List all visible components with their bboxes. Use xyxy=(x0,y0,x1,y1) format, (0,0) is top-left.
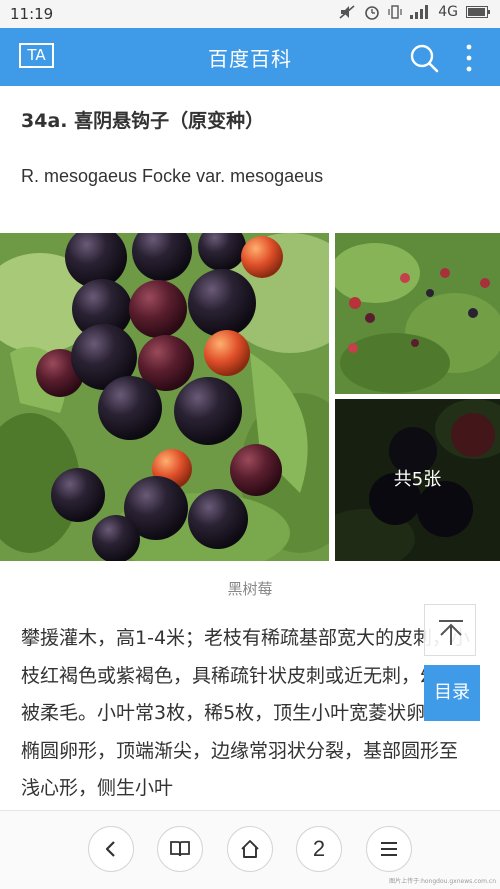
home-icon xyxy=(241,840,259,858)
watermark: 图片上传于:hongdou.gxnews.com.cn xyxy=(389,878,496,885)
bush-photo xyxy=(335,233,500,394)
search-icon[interactable] xyxy=(408,42,440,74)
gallery-count: 共5张 xyxy=(393,469,442,490)
tabs-button[interactable]: 2 xyxy=(296,826,342,872)
network-label: 4G xyxy=(438,4,458,20)
back-to-top-icon xyxy=(439,620,463,645)
back-icon xyxy=(105,841,115,857)
article-heading: 34a. 喜阴悬钩子（原变种） xyxy=(21,110,265,132)
tab-count: 2 xyxy=(312,836,326,861)
blackberry-photo xyxy=(0,233,329,561)
gallery-main-image[interactable] xyxy=(0,233,329,561)
battery-icon xyxy=(466,6,490,18)
bookmarks-button[interactable] xyxy=(157,826,203,872)
vibrate-icon xyxy=(388,5,402,19)
signal-icon xyxy=(410,5,429,19)
home-button[interactable] xyxy=(227,826,273,872)
menu-icon xyxy=(381,842,397,856)
gallery-thumbnail-1[interactable] xyxy=(335,233,500,394)
article-body: 攀援灌木，高1-4米；老枝有稀疏基部宽大的皮刺，小枝红褐色或紫褐色，具稀疏针状皮… xyxy=(21,627,471,799)
menu-button[interactable] xyxy=(366,826,412,872)
image-caption: 黑树莓 xyxy=(227,580,273,598)
latin-name: R. mesogaeus Focke var. mesogaeus xyxy=(21,166,324,186)
toc-button[interactable]: 目录 xyxy=(424,665,480,721)
status-bar: 11:19 4G xyxy=(0,0,500,28)
mute-icon xyxy=(339,5,355,19)
more-vertical-icon[interactable] xyxy=(462,42,476,74)
status-icons: 4G xyxy=(338,4,490,20)
book-icon xyxy=(170,841,190,857)
back-to-top-button[interactable] xyxy=(424,604,476,656)
back-button[interactable] xyxy=(88,826,134,872)
status-time: 11:19 xyxy=(10,5,54,23)
alarm-icon xyxy=(365,6,380,20)
